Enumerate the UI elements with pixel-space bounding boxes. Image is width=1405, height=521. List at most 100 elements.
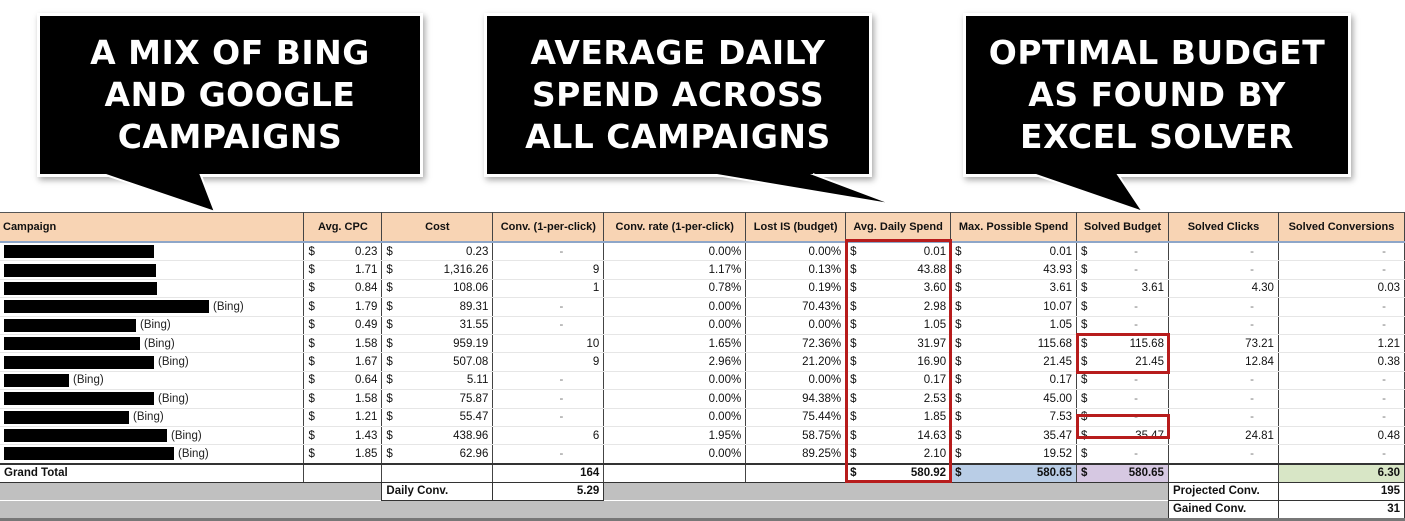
daily-conv-value[interactable]: 5.29 — [492, 481, 605, 501]
avg-cpc-cell[interactable]: $1.71 — [303, 260, 383, 280]
solved-conversions-cell[interactable]: - — [1277, 297, 1405, 317]
gained-conv-value[interactable]: 31 — [1277, 499, 1405, 521]
avg-daily-spend-cell[interactable]: $3.60 — [845, 279, 952, 299]
campaign-cell[interactable]: (Bing) — [0, 389, 305, 409]
solved-clicks-cell[interactable]: - — [1167, 242, 1279, 262]
avg-daily-spend-cell[interactable]: $43.88 — [845, 260, 952, 280]
campaign-cell[interactable]: (Bing) — [0, 408, 305, 427]
solved-clicks-cell[interactable]: - — [1167, 297, 1279, 317]
solved-conversions-cell[interactable]: 0.03 — [1277, 279, 1405, 299]
lost-is-cell[interactable]: 58.75% — [745, 426, 847, 446]
cost-cell[interactable]: $108.06 — [381, 279, 494, 299]
solved-clicks-cell[interactable]: - — [1167, 408, 1279, 427]
lost-is-cell[interactable]: 21.20% — [745, 352, 847, 372]
cost-cell[interactable]: $5.11 — [381, 371, 494, 391]
solved-budget-cell[interactable]: $ - — [1076, 260, 1169, 280]
solved-clicks-cell[interactable]: 73.21 — [1167, 334, 1279, 354]
conv-rate-cell[interactable]: 0.00% — [603, 242, 747, 262]
solved-budget-cell[interactable]: $115.68 — [1076, 334, 1169, 354]
lost-is-cell[interactable]: 0.00% — [745, 371, 847, 391]
avg-cpc-cell[interactable]: $1.79 — [303, 297, 383, 317]
conv-rate-cell[interactable]: 0.00% — [603, 444, 747, 465]
avg-cpc-cell[interactable]: $1.58 — [303, 389, 383, 409]
solved-conversions-cell[interactable]: 0.38 — [1277, 352, 1405, 372]
solved-clicks-cell[interactable]: - — [1167, 260, 1279, 280]
conv-rate-cell[interactable]: 0.00% — [603, 316, 747, 335]
solved-budget-cell[interactable]: $ - — [1076, 242, 1169, 262]
conv-rate-cell[interactable]: 0.00% — [603, 371, 747, 391]
max-possible-spend-cell[interactable]: $115.68 — [950, 334, 1078, 354]
conv-cell[interactable]: - — [492, 408, 605, 427]
lost-is-cell[interactable]: 70.43% — [745, 297, 847, 317]
max-possible-spend-cell[interactable]: $0.17 — [950, 371, 1078, 391]
lost-is-cell[interactable]: 72.36% — [745, 334, 847, 354]
conv-rate-cell[interactable]: 0.00% — [603, 389, 747, 409]
col-header-solved-budget[interactable]: Solved Budget — [1076, 212, 1169, 243]
avg-cpc-cell[interactable]: $1.67 — [303, 352, 383, 372]
conv-cell[interactable]: - — [492, 297, 605, 317]
max-possible-spend-cell[interactable]: $43.93 — [950, 260, 1078, 280]
solved-clicks-cell[interactable]: - — [1167, 316, 1279, 335]
avg-cpc-cell[interactable]: $0.84 — [303, 279, 383, 299]
solved-budget-cell[interactable]: $ - — [1076, 408, 1169, 427]
solved-budget-cell[interactable]: $ - — [1076, 316, 1169, 335]
solved-budget-cell[interactable]: $ - — [1076, 444, 1169, 465]
col-header-solved-conversions[interactable]: Solved Conversions — [1277, 212, 1405, 243]
cost-cell[interactable]: $31.55 — [381, 316, 494, 335]
campaign-cell[interactable]: (Bing) — [0, 371, 305, 391]
solved-conversions-cell[interactable]: - — [1277, 444, 1405, 465]
max-possible-spend-cell[interactable]: $35.47 — [950, 426, 1078, 446]
cost-cell[interactable]: $89.31 — [381, 297, 494, 317]
max-possible-spend-cell[interactable]: $3.61 — [950, 279, 1078, 299]
campaign-cell[interactable]: (Bing) — [0, 426, 305, 446]
col-header-cost[interactable]: Cost — [381, 212, 494, 243]
solved-clicks-cell[interactable]: 12.84 — [1167, 352, 1279, 372]
conv-cell[interactable]: - — [492, 389, 605, 409]
col-header-avg-cpc[interactable]: Avg. CPC — [303, 212, 383, 243]
col-header-lost-is[interactable]: Lost IS (budget) — [745, 212, 847, 243]
lost-is-cell[interactable]: 89.25% — [745, 444, 847, 465]
col-header-max-possible-spend[interactable]: Max. Possible Spend — [950, 212, 1078, 243]
avg-daily-spend-cell[interactable]: $16.90 — [845, 352, 952, 372]
solved-budget-cell[interactable]: $ - — [1076, 297, 1169, 317]
campaign-cell[interactable]: (Bing) — [0, 316, 305, 335]
avg-daily-spend-cell[interactable]: $1.85 — [845, 408, 952, 427]
solved-conversions-cell[interactable]: - — [1277, 260, 1405, 280]
avg-daily-spend-cell[interactable]: $2.53 — [845, 389, 952, 409]
avg-cpc-cell[interactable]: $0.23 — [303, 242, 383, 262]
solved-conversions-cell[interactable]: - — [1277, 389, 1405, 409]
conv-rate-cell[interactable]: 0.00% — [603, 408, 747, 427]
max-possible-spend-cell[interactable]: $10.07 — [950, 297, 1078, 317]
grand-total-solved-budget[interactable]: $580.65 — [1076, 462, 1169, 483]
avg-cpc-cell[interactable]: $1.58 — [303, 334, 383, 354]
conv-cell[interactable]: - — [492, 444, 605, 465]
col-header-conv[interactable]: Conv. (1-per-click) — [492, 212, 605, 243]
conv-rate-cell[interactable]: 0.78% — [603, 279, 747, 299]
max-possible-spend-cell[interactable]: $0.01 — [950, 242, 1078, 262]
solved-clicks-cell[interactable]: - — [1167, 371, 1279, 391]
cost-cell[interactable]: $75.87 — [381, 389, 494, 409]
solved-budget-cell[interactable]: $ - — [1076, 389, 1169, 409]
solved-conversions-cell[interactable]: - — [1277, 316, 1405, 335]
max-possible-spend-cell[interactable]: $21.45 — [950, 352, 1078, 372]
cost-cell[interactable]: $55.47 — [381, 408, 494, 427]
col-header-solved-clicks[interactable]: Solved Clicks — [1167, 212, 1279, 243]
conv-rate-cell[interactable]: 1.95% — [603, 426, 747, 446]
solved-conversions-cell[interactable]: - — [1277, 408, 1405, 427]
col-header-campaign[interactable]: Campaign — [0, 212, 305, 243]
lost-is-cell[interactable]: 75.44% — [745, 408, 847, 427]
avg-cpc-cell[interactable]: $1.85 — [303, 444, 383, 465]
conv-cell[interactable]: - — [492, 316, 605, 335]
max-possible-spend-cell[interactable]: $45.00 — [950, 389, 1078, 409]
grand-total-conv[interactable]: 164 — [492, 462, 605, 483]
lost-is-cell[interactable]: 0.00% — [745, 242, 847, 262]
conv-cell[interactable]: 9 — [492, 352, 605, 372]
campaign-cell[interactable]: (Bing) — [0, 352, 305, 372]
avg-cpc-cell[interactable]: $1.43 — [303, 426, 383, 446]
grand-total-solved-conversions[interactable]: 6.30 — [1277, 462, 1405, 483]
avg-cpc-cell[interactable]: $0.64 — [303, 371, 383, 391]
solved-clicks-cell[interactable]: 4.30 — [1167, 279, 1279, 299]
conv-cell[interactable]: 6 — [492, 426, 605, 446]
solved-conversions-cell[interactable]: 1.21 — [1277, 334, 1405, 354]
max-possible-spend-cell[interactable]: $7.53 — [950, 408, 1078, 427]
